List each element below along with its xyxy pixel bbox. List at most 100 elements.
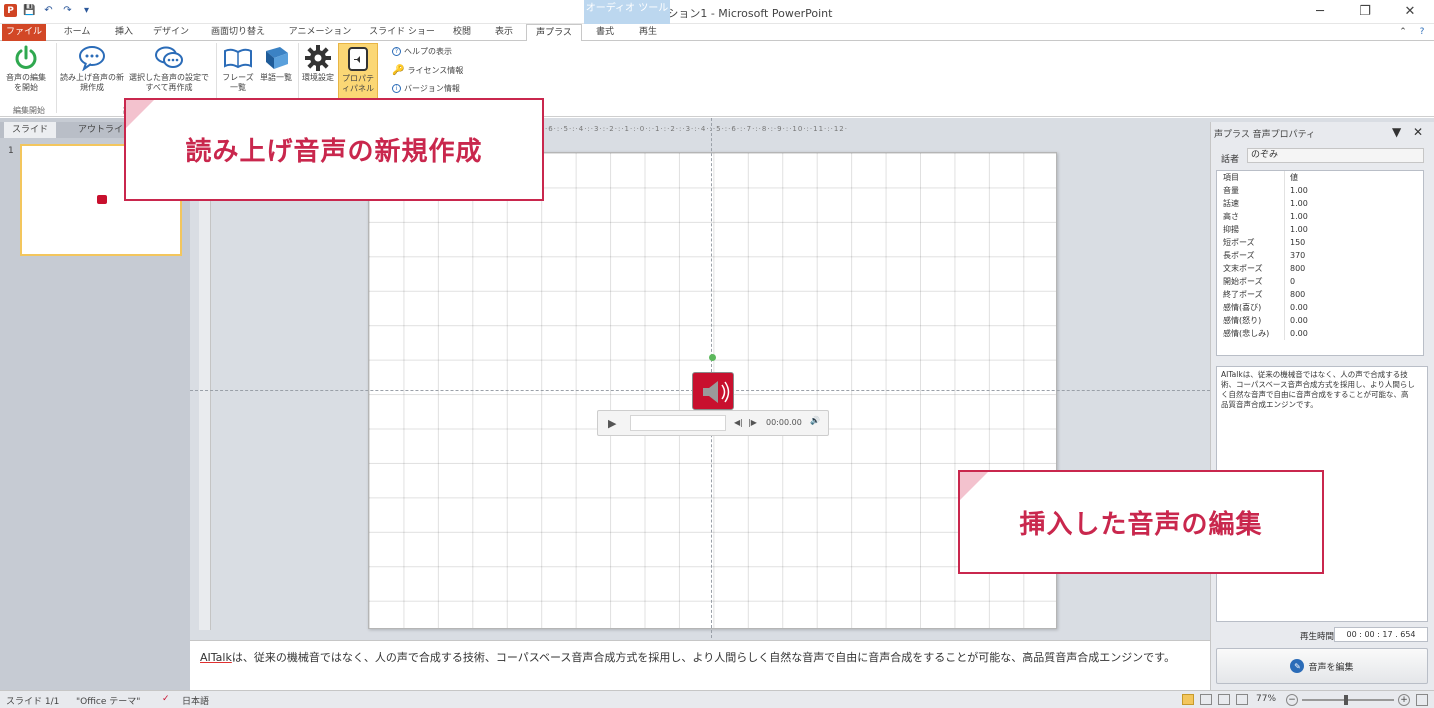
help-circle-icon: ? [392,47,401,56]
rotate-handle[interactable] [709,354,716,361]
callout-corner [126,100,154,128]
pane-close-icon[interactable]: ✕ [1413,125,1423,139]
speaker-label: 話者 [1221,155,1240,165]
speaker-icon [703,381,730,403]
tab-playback[interactable]: 再生 [626,24,670,41]
tab-view[interactable]: 表示 [484,24,524,41]
title-bar: P 💾 ↶ ↷ ▾ プレゼンテーション1 - Microsoft PowerPo… [0,0,1434,24]
window-title: プレゼンテーション1 - Microsoft PowerPoint [601,7,833,20]
table-row[interactable]: 抑揚 1.00 [1217,223,1423,236]
audio-tools-context-header: オーディオ ツール [584,0,670,24]
player-time: 00:00.00 [766,418,802,427]
slide-number: 1 [8,146,14,156]
edit-audio-icon: ✎ [1290,659,1305,673]
tab-slides[interactable]: スライド [4,122,57,138]
table-row[interactable]: 感情(怒り) 0.00 [1217,314,1423,327]
volume-icon[interactable]: 🔊 [810,416,820,425]
phrase-list-label: フレーズ一覧 [222,73,254,92]
audio-speaker-object[interactable] [692,372,734,410]
closed-book-icon [258,43,294,73]
key-icon: 🔑 [392,65,405,76]
tab-insert[interactable]: 挿入 [104,24,144,41]
spellcheck-icon[interactable]: ✓ [162,694,170,704]
tab-review[interactable]: 校閲 [444,24,480,41]
edit-audio-button[interactable]: ✎ 音声を編集 [1216,648,1428,684]
tab-file[interactable]: ファイル [2,24,46,41]
new-read-audio-button[interactable]: 読み上げ音声の新規作成 [60,43,124,93]
ribbon-tabs: ファイル ホーム 挿入 デザイン 画面切り替え アニメーション スライド ショー… [0,24,1434,42]
reading-view-icon[interactable] [1218,694,1230,705]
fit-to-window-icon[interactable] [1416,694,1428,706]
regenerate-all-label: 選択した音声の設定ですべて再作成 [129,73,209,92]
table-row[interactable]: 感情(悲しみ) 0.00 [1217,327,1423,340]
start-edit-button[interactable]: 音声の編集を開始 [6,43,46,93]
audio-player-bar: ▶ ◀| |▶ 00:00.00 🔊 [597,410,829,436]
pane-options-icon[interactable]: ▼ [1392,125,1401,139]
env-settings-button[interactable]: 環境設定 [300,43,336,83]
notes-pane[interactable]: AITalkは、従来の機械音ではなく、人の声で合成する技術、コーパスベース音声合… [190,640,1210,690]
info-circle-icon: i [392,84,401,93]
table-row[interactable]: 話速 1.00 [1217,197,1423,210]
gear-icon [300,43,336,73]
tab-home[interactable]: ホーム [52,24,102,41]
env-settings-label: 環境設定 [302,73,334,82]
close-button[interactable]: ✕ [1390,2,1430,22]
minimize-ribbon-icon[interactable]: ⌃ [1396,24,1410,41]
language[interactable]: 日本語 [182,694,209,707]
property-panel-label: プロパティパネル [342,74,374,93]
play-time-label: 再生時間: [1300,632,1337,642]
license-link[interactable]: 🔑 ライセンス情報 [392,65,463,76]
slideshow-icon[interactable] [1236,694,1248,705]
power-icon [6,43,46,73]
status-bar: スライド 1/1 "Office テーマ" ✓ 日本語 77% − + [0,690,1434,708]
zoom-level[interactable]: 77% [1256,694,1276,704]
speech-bubble-icon [60,43,124,73]
version-link[interactable]: i バージョン情報 [392,83,460,94]
thumbnail-speaker-icon [97,195,107,204]
regenerate-all-button[interactable]: 選択した音声の設定ですべて再作成 [126,43,212,93]
table-row[interactable]: 文末ポーズ 800 [1217,262,1423,275]
tab-format[interactable]: 書式 [586,24,624,41]
zoom-out-icon[interactable]: − [1286,694,1298,706]
notes-brand: AITalk [200,651,232,664]
table-row[interactable]: 開始ポーズ 0 [1217,275,1423,288]
tab-design[interactable]: デザイン [146,24,196,41]
play-button[interactable]: ▶ [608,417,616,430]
restore-button[interactable]: ❐ [1345,2,1385,22]
new-read-audio-label: 読み上げ音声の新規作成 [60,73,124,92]
table-row[interactable]: 長ポーズ 370 [1217,249,1423,262]
normal-view-icon[interactable] [1182,694,1194,705]
pane-title: 声プラス 音声プロパティ [1214,130,1316,140]
slide-sorter-icon[interactable] [1200,694,1212,705]
seek-back-button[interactable]: ◀| [734,418,743,427]
seek-forward-button[interactable]: |▶ [748,418,757,427]
zoom-slider[interactable] [1302,699,1394,701]
table-row[interactable]: 音量 1.00 [1217,184,1423,197]
table-row[interactable]: 感情(喜び) 0.00 [1217,301,1423,314]
group-edit-label: 編集開始 [13,106,45,115]
help-icon[interactable]: ? [1414,24,1430,41]
tab-transitions[interactable]: 画面切り替え [198,24,278,41]
zoom-in-icon[interactable]: + [1398,694,1410,706]
speaker-select[interactable]: のぞみ [1247,148,1424,163]
progress-track[interactable] [630,415,726,431]
table-row[interactable]: 終了ポーズ 800 [1217,288,1423,301]
property-table: 項目値 音量 1.00 話速 1.00 高さ 1.00 抑揚 1.00 短ポーズ 150 … [1216,170,1424,356]
double-speech-bubble-icon [126,43,212,73]
callout-new-read-audio: 読み上げ音声の新規作成 [124,98,544,201]
zoom-slider-thumb[interactable] [1344,695,1348,705]
phrase-list-button[interactable]: フレーズ一覧 [220,43,256,93]
property-panel-button[interactable]: プロパティパネル [338,43,378,101]
tab-koe-plus[interactable]: 声プラス [526,24,582,42]
tab-animations[interactable]: アニメーション [280,24,360,41]
start-edit-label: 音声の編集を開始 [6,73,46,92]
word-list-button[interactable]: 単語一覧 [258,43,294,83]
horizontal-ruler: ·6·:·5·:·4·:·3·:·2·:·1·:·0·:·1·:·2·:·3·:… [545,125,848,133]
table-row[interactable]: 短ポーズ 150 [1217,236,1423,249]
tab-slideshow[interactable]: スライド ショー [362,24,442,41]
table-row[interactable]: 高さ 1.00 [1217,210,1423,223]
theme-name: "Office テーマ" [76,697,141,707]
table-header: 項目値 [1217,171,1423,184]
help-link[interactable]: ? ヘルプの表示 [392,46,452,57]
minimize-button[interactable]: ─ [1300,2,1340,22]
